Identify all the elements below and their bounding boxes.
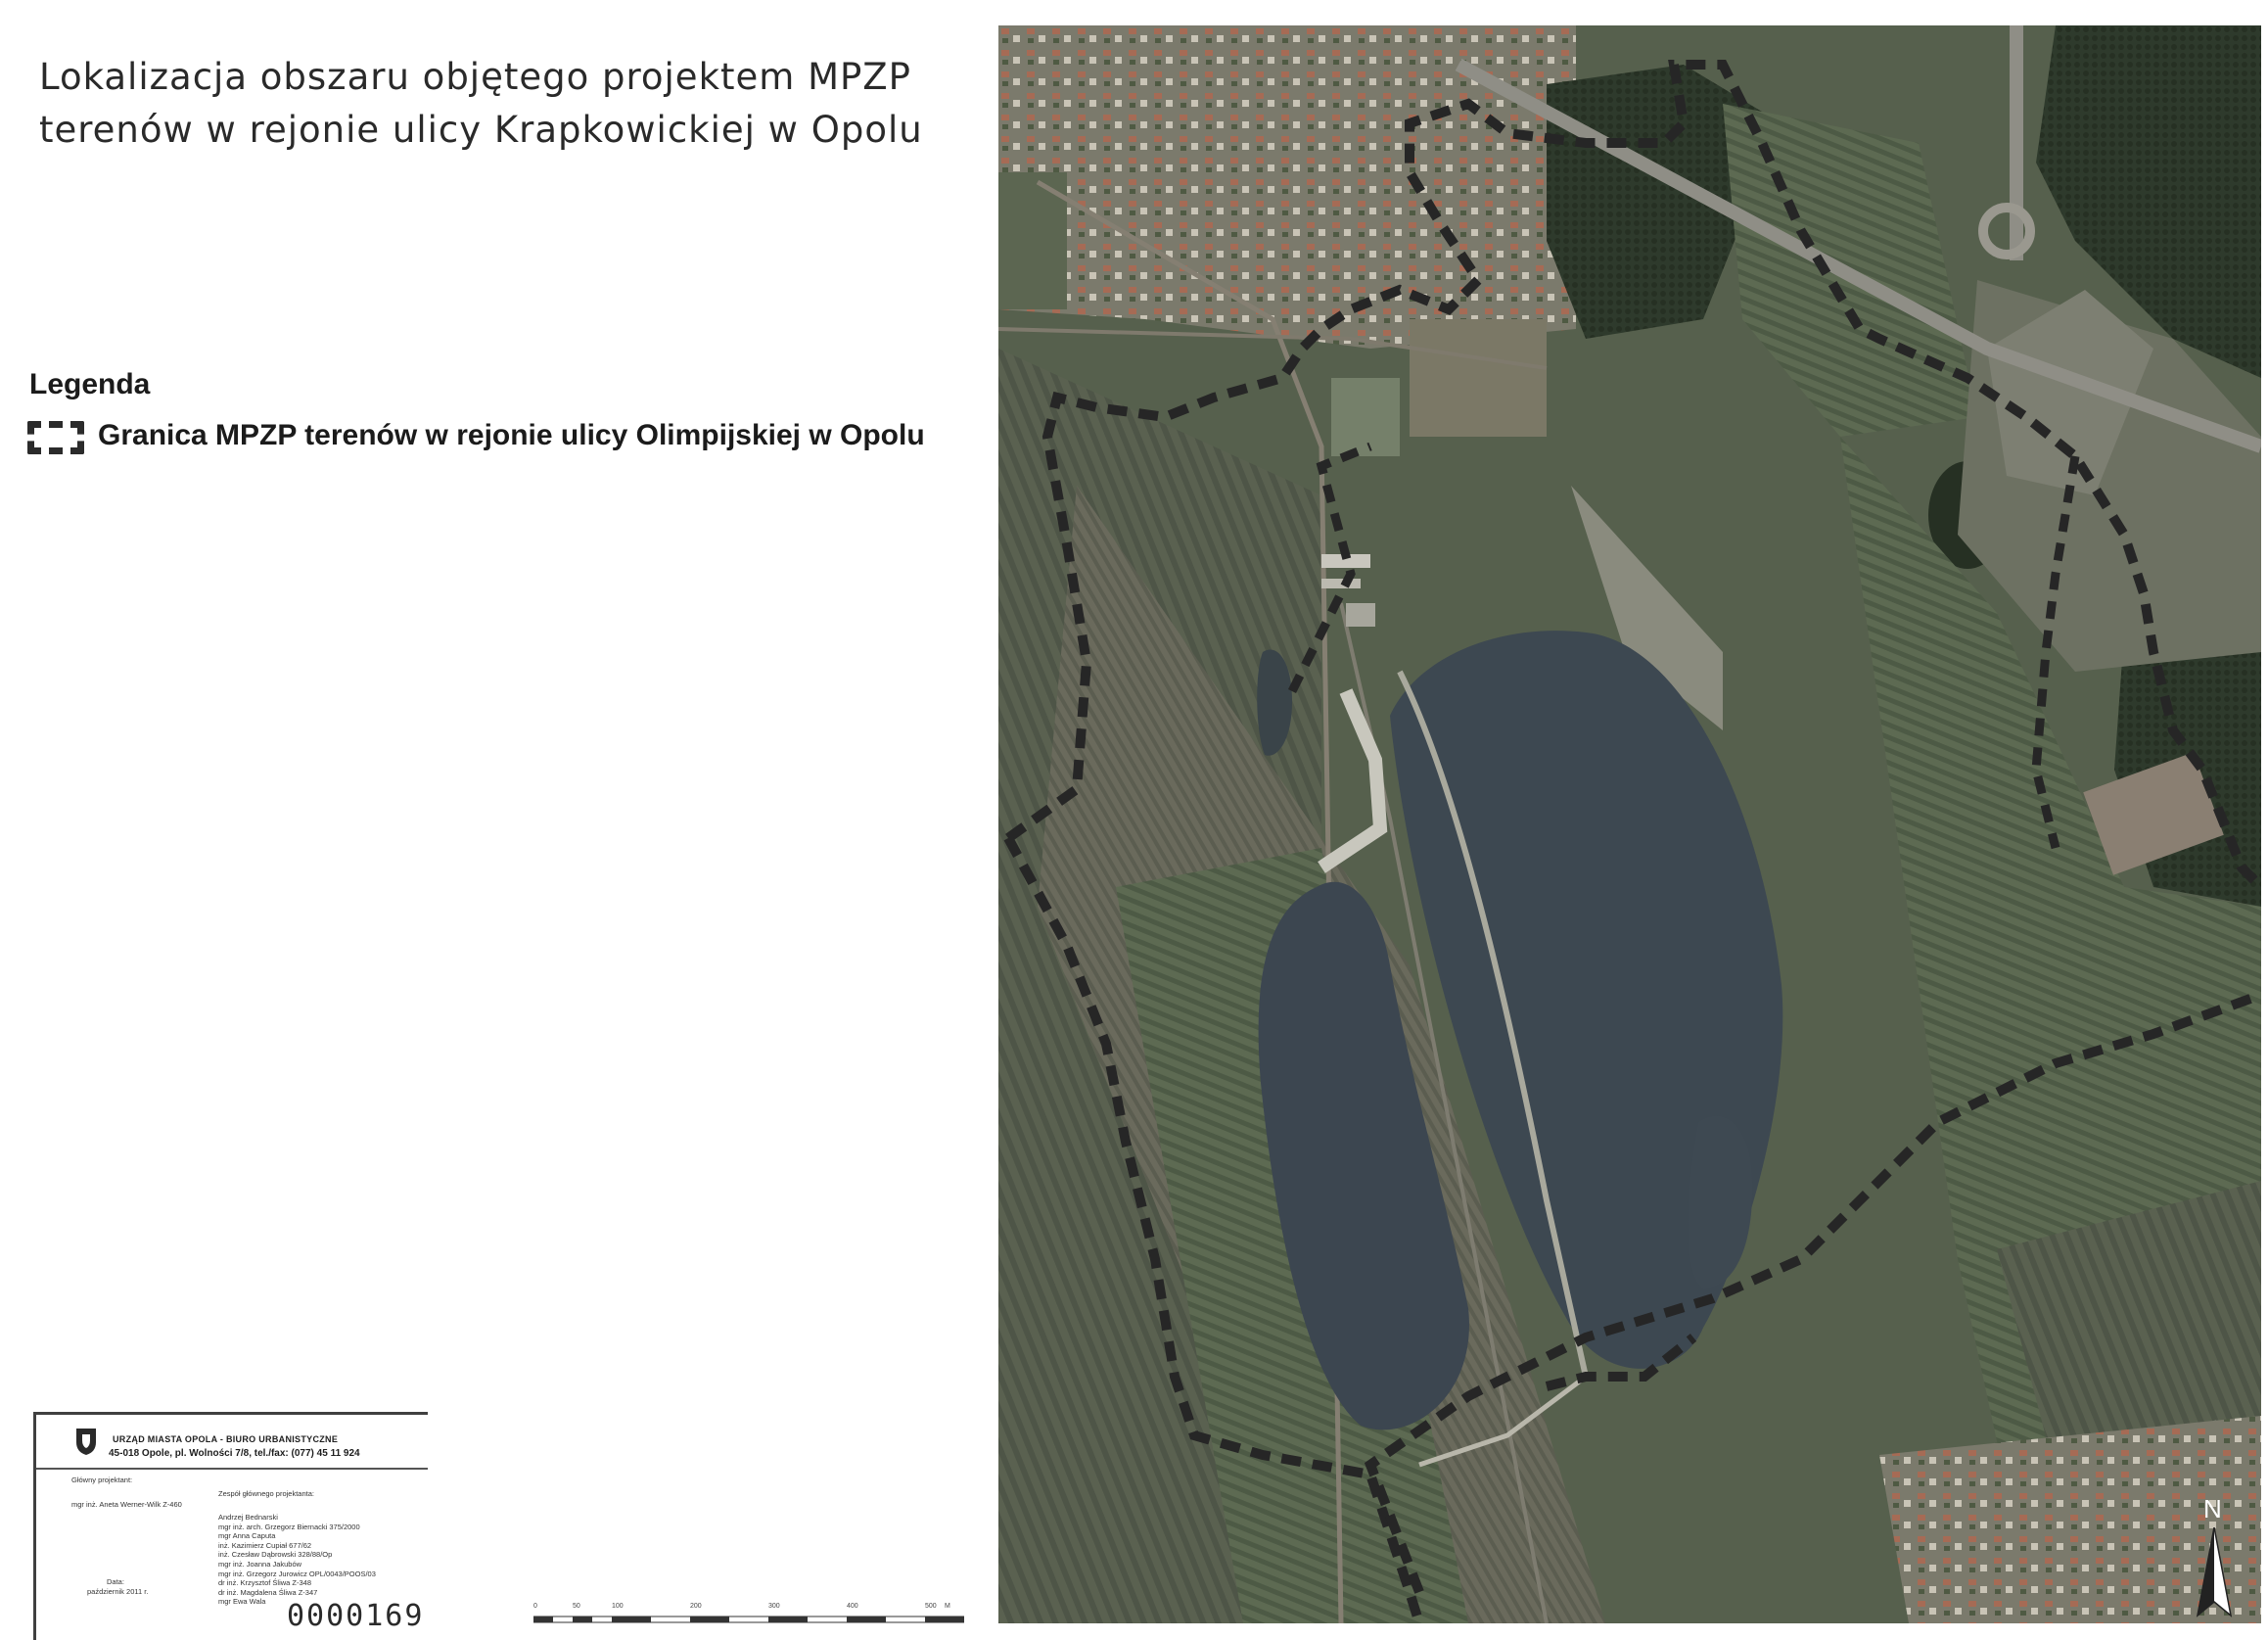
title-line-2: terenów w rejonie ulicy Krapkowickiej w … [39,109,923,151]
north-arrow: N [2190,1494,2239,1621]
main-designer: mgr inż. Aneta Werner-Wilk Z-460 [71,1500,182,1509]
title-line-1: Lokalizacja obszaru objętego projektem M… [39,56,911,98]
team-member: mgr inż. arch. Grzegorz Biernacki 375/20… [218,1522,360,1531]
scale-tick: 100 [612,1603,624,1610]
scale-tick: 400 [847,1603,858,1610]
city-logo-icon [76,1429,96,1455]
date-label: Data: [107,1577,124,1586]
team-member: mgr inż. Joanna Jakubów [218,1559,302,1569]
aerial-map [998,25,2261,1623]
stamp-address: 45-018 Opole, pl. Wolności 7/8, tel./fax… [109,1448,360,1459]
scale-labels: 0 50 100 200 300 400 500 M [533,1603,964,1613]
title-block: URZĄD MIASTA OPOLA - BIURO URBANISTYCZNE… [33,1412,428,1640]
title-block-header: URZĄD MIASTA OPOLA - BIURO URBANISTYCZNE… [36,1415,428,1470]
team-list: Andrzej Bednarski mgr inż. arch. Grzegor… [218,1513,376,1607]
scale-unit: M [945,1603,950,1610]
scale-bar [533,1616,964,1623]
team-member: dr inż. Magdalena Śliwa Z-347 [218,1587,318,1597]
dashed-boundary-icon [27,421,84,454]
map-canvas [998,25,2261,1623]
map-title: Lokalizacja obszaru objętego projektem M… [39,51,940,157]
scale-tick: 0 [533,1603,537,1610]
scale-tick: 50 [573,1603,580,1610]
scale-tick: 300 [768,1603,780,1610]
team-member: Andrzej Bednarski [218,1513,278,1522]
team-member: dr inż. Krzysztof Śliwa Z-348 [218,1578,312,1588]
scale-tick: 200 [690,1603,702,1610]
main-designer-label: Główny projektant: [71,1476,133,1484]
north-arrow-icon [2196,1527,2233,1617]
legend-item: Granica MPZP terenów w rejonie ulicy Oli… [27,415,925,462]
scale-tick: 500 [925,1603,937,1610]
stamp-organization: URZĄD MIASTA OPOLA - BIURO URBANISTYCZNE [113,1434,339,1444]
team-member: inż. Kazimierz Cupiał 677/62 [218,1540,312,1550]
team-label: Zespół głównego projektanta: [218,1489,314,1498]
north-label: N [2203,1494,2222,1523]
legend-item-label: Granica MPZP terenów w rejonie ulicy Oli… [98,419,925,451]
legend-heading: Legenda [29,368,151,400]
date-value: październik 2011 r. [87,1587,149,1596]
team-member: mgr Anna Caputa [218,1531,276,1541]
team-member: mgr inż. Grzegorz Jurowicz OPL/0043/POOS… [218,1569,376,1578]
team-member: inż. Czesław Dąbrowski 328/88/Op [218,1550,333,1560]
